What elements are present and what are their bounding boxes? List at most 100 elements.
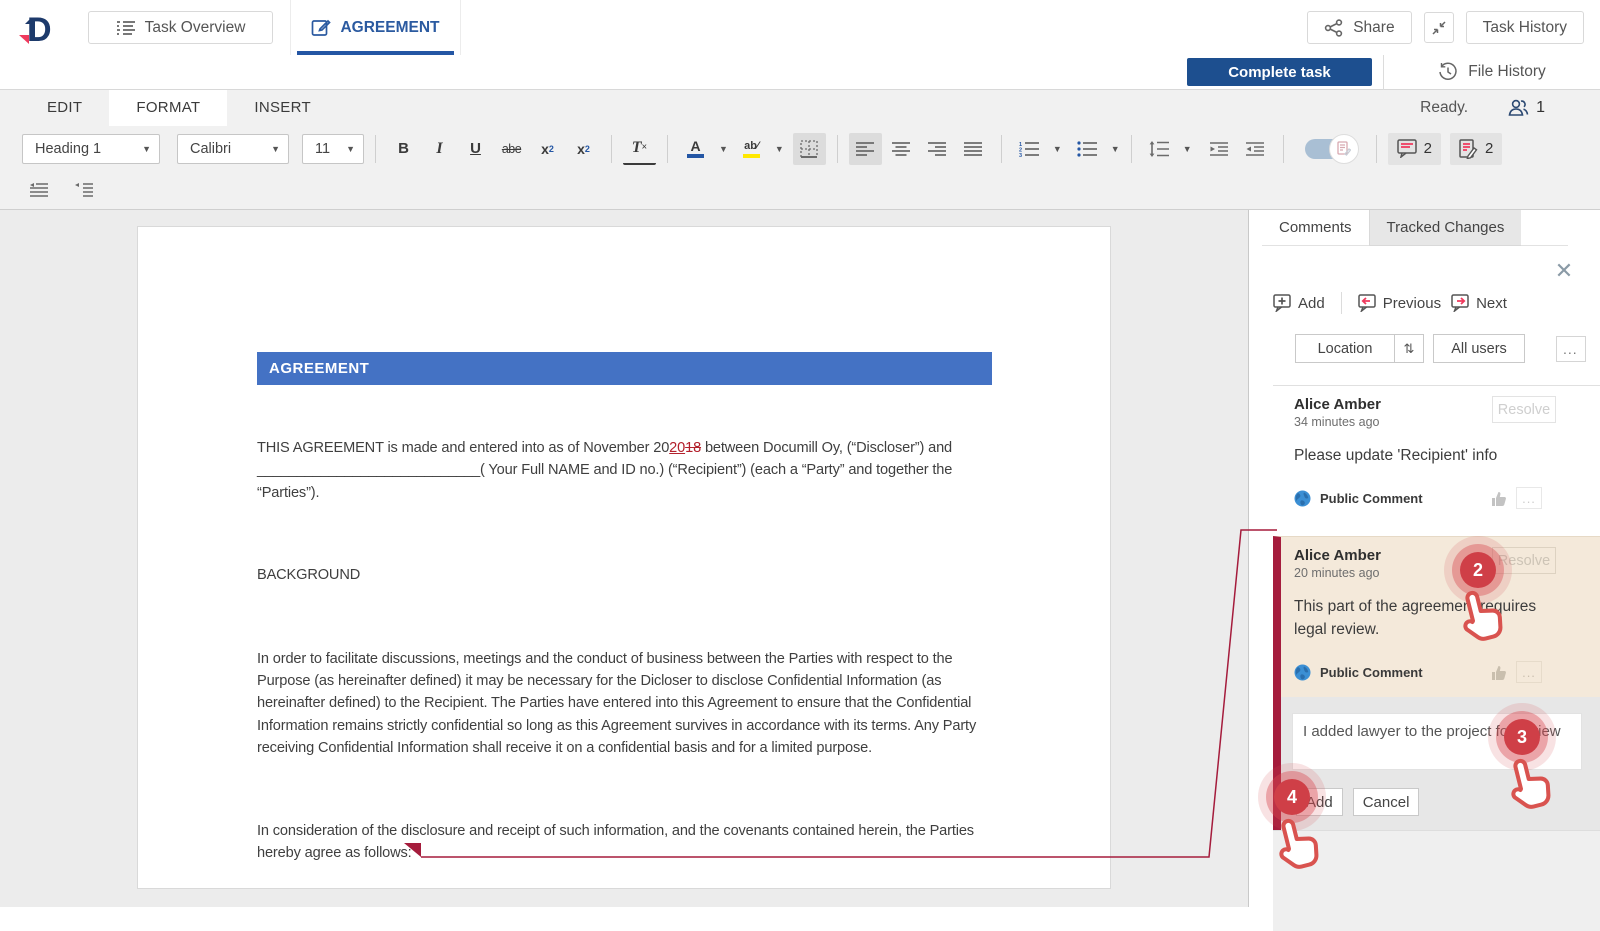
task-overview-label: Task Overview — [145, 19, 246, 37]
collapse-view-button[interactable] — [1424, 12, 1454, 43]
sort-direction-button[interactable]: ⇅ — [1395, 334, 1424, 363]
bold-button[interactable]: B — [387, 133, 420, 165]
font-color-swatch — [687, 154, 704, 158]
track-changes-toggle[interactable] — [1305, 138, 1355, 160]
task-history-button[interactable]: Task History — [1466, 11, 1584, 44]
svg-text:3: 3 — [1019, 153, 1022, 157]
complete-task-button[interactable]: Complete task — [1187, 58, 1372, 86]
more-filters-button[interactable]: ... — [1556, 336, 1586, 362]
underline-button[interactable]: U — [459, 133, 492, 165]
panel-tabs: Comments Tracked Changes — [1262, 210, 1568, 246]
edit-document-icon — [311, 18, 331, 38]
filter-users-select[interactable]: All users — [1433, 334, 1525, 363]
resolve-button[interactable]: Resolve — [1492, 547, 1556, 574]
bullet-list-button[interactable] — [1071, 133, 1104, 165]
reply-cancel-button[interactable]: Cancel — [1353, 788, 1420, 816]
document-page[interactable]: AGREEMENT THIS AGREEMENT is made and ent… — [137, 226, 1111, 889]
like-icon[interactable] — [1490, 664, 1508, 681]
comments-count-button[interactable]: 2 — [1388, 133, 1441, 165]
chevron-down-icon[interactable]: ▼ — [1111, 144, 1120, 154]
user-count-value: 1 — [1536, 99, 1545, 117]
documill-logo-icon: D — [0, 8, 70, 48]
divider — [837, 135, 838, 163]
users-icon — [1506, 98, 1530, 118]
chevron-down-icon: ▼ — [142, 144, 151, 154]
align-left-button[interactable] — [849, 133, 882, 165]
sort-by-location-select[interactable]: Location — [1295, 334, 1395, 363]
previous-comment-button[interactable]: Previous — [1358, 294, 1441, 312]
next-comment-button[interactable]: Next — [1451, 294, 1507, 312]
paragraph-parties: THIS AGREEMENT is made and entered into … — [257, 437, 992, 504]
menu-tab-edit[interactable]: EDIT — [20, 90, 109, 126]
hanging-indent-button[interactable] — [67, 174, 100, 206]
task-history-label: Task History — [1483, 19, 1567, 37]
font-family-select[interactable]: Calibri▼ — [177, 134, 289, 164]
chevron-down-icon[interactable]: ▼ — [1053, 144, 1062, 154]
close-panel-icon[interactable]: ✕ — [1551, 258, 1577, 284]
paragraph-style-select[interactable]: Heading 1 ▼ — [22, 134, 160, 164]
status-text: Ready. — [1420, 99, 1468, 117]
active-users[interactable]: 1 — [1506, 98, 1545, 118]
file-history-button[interactable]: File History — [1384, 62, 1600, 82]
divider — [1341, 292, 1342, 314]
comment-controls: Add Previous Next — [1273, 292, 1600, 314]
align-center-button[interactable] — [885, 133, 918, 165]
chevron-down-icon[interactable]: ▼ — [1183, 144, 1192, 154]
numbered-list-button[interactable]: 123 — [1013, 133, 1046, 165]
align-right-button[interactable] — [921, 133, 954, 165]
tab-tracked-changes[interactable]: Tracked Changes — [1369, 210, 1522, 246]
paragraph-consideration: In consideration of the disclosure and r… — [257, 820, 992, 865]
collapse-icon — [1431, 20, 1447, 36]
increase-indent-button[interactable] — [1239, 133, 1272, 165]
task-overview-button[interactable]: Task Overview — [88, 11, 273, 44]
document-canvas: AGREEMENT THIS AGREEMENT is made and ent… — [0, 210, 1248, 907]
comment-card[interactable]: Alice Amber 34 minutes ago Resolve Pleas… — [1273, 385, 1600, 523]
justify-button[interactable] — [957, 133, 990, 165]
chevron-down-icon: ▼ — [271, 144, 280, 154]
globe-icon — [1294, 664, 1311, 681]
superscript-button[interactable]: x2 — [531, 133, 564, 165]
strikethrough-button[interactable]: abe — [495, 133, 528, 165]
add-comment-button[interactable]: Add — [1273, 294, 1325, 312]
clear-formatting-button[interactable]: T× — [623, 133, 656, 165]
comment-count-value: 2 — [1424, 140, 1432, 157]
next-comment-icon — [1451, 294, 1470, 312]
highlight-color-button[interactable]: ab⁄ — [735, 133, 768, 165]
divider — [1131, 135, 1132, 163]
add-comment-label: Add — [1298, 295, 1325, 312]
font-color-button[interactable]: A — [679, 133, 712, 165]
italic-button[interactable]: I — [423, 133, 456, 165]
menu-tab-format[interactable]: FORMAT — [109, 90, 227, 126]
file-history-label: File History — [1468, 63, 1546, 81]
first-line-indent-button[interactable] — [22, 174, 55, 206]
line-spacing-button[interactable] — [1143, 133, 1176, 165]
comment-more-button[interactable]: ... — [1516, 661, 1542, 683]
chevron-down-icon[interactable]: ▼ — [719, 144, 728, 154]
divider — [1376, 135, 1377, 163]
tab-agreement[interactable]: AGREEMENT — [290, 0, 461, 55]
chevron-down-icon[interactable]: ▼ — [775, 144, 784, 154]
comment-more-button[interactable]: ... — [1516, 487, 1542, 509]
editor-status: Ready. 1 — [1420, 90, 1545, 126]
subscript-button[interactable]: x2 — [567, 133, 600, 165]
style-value: Heading 1 — [35, 141, 101, 157]
menu-tab-insert[interactable]: INSERT — [227, 90, 338, 126]
tab-comments[interactable]: Comments — [1262, 210, 1369, 245]
task-list-icon — [116, 20, 136, 36]
divider — [667, 135, 668, 163]
comment-card-selected[interactable]: Alice Amber 20 minutes ago Resolve This … — [1273, 536, 1600, 697]
share-icon — [1324, 19, 1344, 37]
comment-visibility-label: Public Comment — [1320, 491, 1423, 506]
add-comment-icon — [1273, 294, 1292, 312]
like-icon[interactable] — [1490, 490, 1508, 507]
font-size-select[interactable]: 11▼ — [302, 134, 364, 164]
borders-button[interactable] — [793, 133, 826, 165]
format-toolbar: Heading 1▼ Calibri▼ 11▼ B I U abe x2 x2 … — [0, 126, 1600, 171]
resolve-button[interactable]: Resolve — [1492, 396, 1556, 423]
highlight-swatch — [743, 154, 760, 158]
tracked-changes-count-button[interactable]: 2 — [1450, 133, 1502, 165]
documill-editor: D Task Overview AGREEMENT — [0, 0, 1600, 907]
share-button[interactable]: Share — [1307, 11, 1411, 44]
decrease-indent-button[interactable] — [1203, 133, 1236, 165]
toggle-knob — [1329, 134, 1359, 164]
